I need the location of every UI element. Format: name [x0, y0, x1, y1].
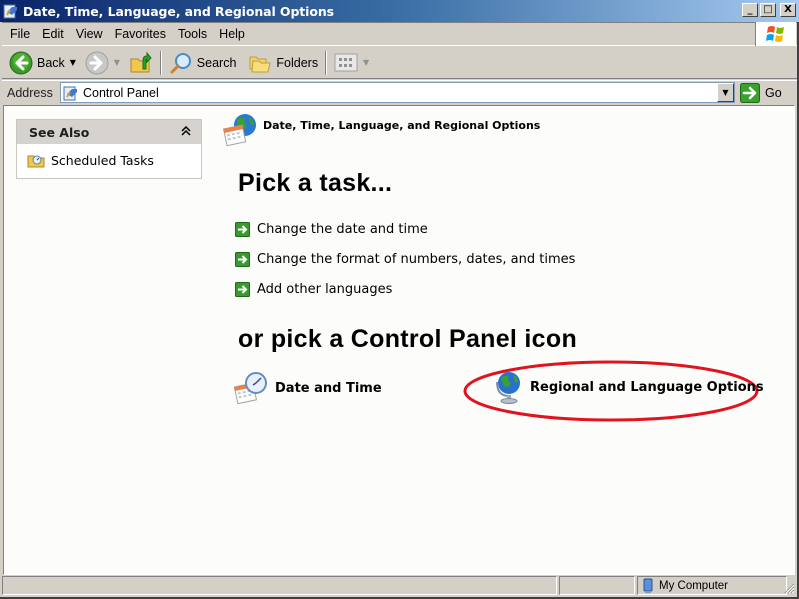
- see-also-item-label: Scheduled Tasks: [51, 152, 154, 168]
- search-button[interactable]: Search: [166, 49, 240, 77]
- status-bar: My Computer: [2, 576, 797, 596]
- menu-file[interactable]: File: [2, 27, 36, 41]
- control-panel-icon-regional-and-language-options[interactable]: Regional and Language Options: [494, 370, 764, 404]
- pick-task-heading: Pick a task...: [238, 169, 393, 197]
- globe-icon: [496, 372, 520, 404]
- back-arrow-icon: [9, 51, 33, 74]
- maximize-icon: □: [763, 4, 773, 15]
- control-panel-icon-label: Regional and Language Options: [530, 379, 764, 395]
- zone-label: My Computer: [659, 579, 729, 592]
- menu-edit[interactable]: Edit: [36, 27, 70, 41]
- control-panel-icon-date-and-time[interactable]: Date and Time: [233, 370, 382, 406]
- status-pane-main: [2, 576, 557, 595]
- task-label: Change the format of numbers, dates, and…: [257, 251, 576, 267]
- folders-icon: [249, 56, 272, 72]
- control-panel-icon-label: Date and Time: [275, 380, 382, 396]
- minimize-button[interactable]: _: [742, 3, 758, 17]
- status-pane-secondary: [559, 576, 635, 595]
- scheduled-tasks-icon: [27, 155, 45, 168]
- forward-button[interactable]: [82, 49, 112, 77]
- minimize-icon: _: [747, 4, 753, 15]
- address-bar: Address ▼ Go: [2, 80, 797, 104]
- go-button[interactable]: Go: [740, 82, 782, 103]
- search-label: Search: [196, 55, 237, 70]
- back-label: Back: [37, 55, 65, 70]
- maximize-button[interactable]: □: [760, 3, 776, 17]
- views-button[interactable]: [331, 49, 361, 77]
- views-dropdown[interactable]: ▼: [361, 49, 371, 77]
- control-panel-icon: [3, 4, 17, 19]
- forward-dropdown[interactable]: ▼: [112, 49, 122, 77]
- pick-icon-heading: or pick a Control Panel icon: [238, 325, 578, 353]
- resize-grip-icon[interactable]: [783, 582, 795, 594]
- task-label: Add other languages: [257, 281, 393, 297]
- folders-label: Folders: [276, 55, 319, 70]
- status-pane-zone: My Computer: [637, 576, 787, 595]
- category-title: Date, Time, Language, and Regional Optio…: [263, 118, 541, 132]
- windows-logo: [755, 22, 796, 46]
- search-icon: [170, 52, 191, 73]
- back-button[interactable]: Back: [6, 49, 68, 77]
- folders-button[interactable]: Folders: [245, 49, 321, 77]
- forward-arrow-icon: [85, 51, 109, 74]
- title-bar: Date, Time, Language, and Regional Optio…: [0, 0, 799, 22]
- task-change-format[interactable]: Change the format of numbers, dates, and…: [235, 244, 575, 274]
- up-folder-icon: [130, 51, 152, 72]
- control-panel-icon: [63, 86, 77, 100]
- up-folder-button[interactable]: [126, 49, 156, 77]
- task-change-date-time[interactable]: Change the date and time: [235, 214, 575, 244]
- windows-flag-icon: [766, 26, 784, 42]
- toolbar: Back ▼ ▼ Search Folders ▼: [2, 47, 797, 79]
- menu-favorites[interactable]: Favorites: [109, 27, 172, 41]
- go-arrow-icon: [740, 82, 760, 103]
- views-icon: [334, 53, 358, 71]
- dropdown-arrow-icon: ▼: [722, 88, 729, 97]
- close-icon: X: [784, 4, 792, 15]
- toolbar-separator: [325, 50, 328, 75]
- category-header: Date, Time, Language, and Regional Optio…: [223, 113, 540, 147]
- task-arrow-icon: [235, 281, 250, 297]
- close-button[interactable]: X: [780, 3, 796, 17]
- task-label: Change the date and time: [257, 221, 428, 237]
- dropdown-arrow-icon: ▼: [113, 58, 120, 67]
- my-computer-icon: [643, 578, 653, 593]
- address-field[interactable]: ▼: [60, 82, 735, 103]
- see-also-title: See Also: [29, 124, 90, 140]
- task-add-languages[interactable]: Add other languages: [235, 274, 575, 304]
- clock-calendar-icon: [233, 372, 267, 405]
- address-dropdown-button[interactable]: ▼: [717, 83, 734, 102]
- collapse-chevron-icon[interactable]: [181, 125, 191, 139]
- task-arrow-icon: [235, 251, 250, 267]
- toolbar-separator: [159, 50, 162, 75]
- content-area: See Also Scheduled Tasks Date, Time, Lan…: [3, 105, 795, 575]
- menu-tools[interactable]: Tools: [172, 27, 213, 41]
- dropdown-arrow-icon: ▼: [363, 58, 370, 67]
- task-list: Change the date and time Change the form…: [235, 214, 575, 304]
- menu-view[interactable]: View: [70, 27, 109, 41]
- address-label: Address: [7, 85, 53, 100]
- see-also-header[interactable]: See Also: [17, 120, 201, 144]
- menu-bar: File Edit View Favorites Tools Help: [2, 22, 797, 46]
- back-dropdown[interactable]: ▼: [68, 49, 78, 77]
- menu-help[interactable]: Help: [213, 27, 251, 41]
- dropdown-arrow-icon: ▼: [69, 58, 76, 67]
- task-arrow-icon: [235, 221, 250, 237]
- address-input[interactable]: [83, 85, 683, 100]
- date-time-language-category-icon: [223, 114, 256, 147]
- go-label: Go: [765, 85, 782, 100]
- see-also-panel: See Also Scheduled Tasks: [16, 119, 202, 179]
- see-also-item-scheduled-tasks[interactable]: Scheduled Tasks: [27, 152, 191, 168]
- window-title: Date, Time, Language, and Regional Optio…: [23, 3, 334, 19]
